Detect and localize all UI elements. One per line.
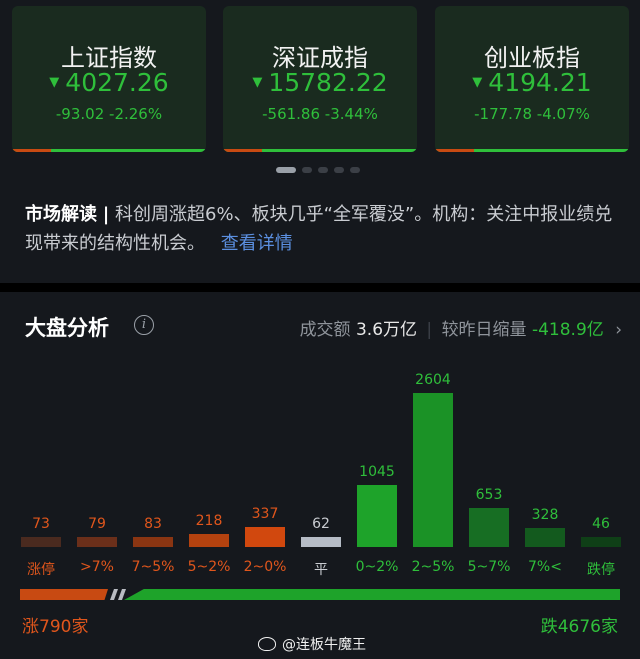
chart-bar	[21, 537, 61, 547]
chart-value-label: 1045	[359, 464, 395, 480]
indices-panel: 上证指数 ▼ 4027.26 -93.02 -2.26% 深证成指 ▼ 15782.…	[0, 0, 640, 283]
chart-bar	[357, 485, 397, 547]
chart-category-label: 7%<	[528, 559, 562, 575]
index-price-value: 15782.22	[268, 68, 388, 97]
chart-value-label: 83	[144, 516, 162, 532]
carousel-dot[interactable]	[276, 167, 296, 173]
index-change-pct: -2.26%	[109, 105, 163, 123]
ratio-flat-stripe	[110, 589, 118, 600]
chart-category-label: 跌停	[587, 562, 615, 578]
index-change: -177.78 -4.07%	[435, 105, 629, 123]
index-bar	[12, 149, 206, 152]
chart-value-label: 653	[475, 487, 503, 503]
chart-category-label: 涨停	[27, 562, 55, 578]
market-note-separator: |	[102, 204, 110, 225]
index-price: ▼ 4194.21	[435, 68, 629, 97]
index-price: ▼ 15782.22	[223, 68, 417, 97]
carousel-dot[interactable]	[334, 167, 344, 173]
down-triangle-icon: ▼	[472, 75, 483, 90]
chart-category-label: 7~5%	[131, 559, 175, 575]
chart-category-label: 0~2%	[355, 559, 399, 575]
chart-category-label: 5~2%	[187, 559, 231, 575]
chart-value-label: 328	[531, 507, 559, 523]
index-card-chinext[interactable]: 创业板指 ▼ 4194.21 -177.78 -4.07%	[435, 6, 629, 152]
watermark-text: @连板牛魔王	[282, 637, 366, 653]
chart-bar	[581, 537, 621, 547]
index-bar-red	[12, 149, 51, 152]
index-bar-red	[223, 149, 262, 152]
up-down-ratio-bar	[20, 589, 620, 600]
chart-category-label: 2~0%	[243, 559, 287, 575]
market-note-head: 市场解读	[25, 204, 97, 225]
chart-bar	[245, 527, 285, 547]
distribution-chart: 73 涨停 79 >7% 83 7~5% 218 5~2% 337 2~0% 62 平 1045 0~2%…	[0, 292, 640, 659]
carousel-dot[interactable]	[302, 167, 312, 173]
chart-category-label: >7%	[80, 559, 114, 575]
index-change-pct: -3.44%	[324, 105, 378, 123]
chart-category-label: 5~7%	[467, 559, 511, 575]
index-bar-red	[435, 149, 474, 152]
chart-value-label: 2604	[415, 372, 451, 388]
chart-bar	[77, 537, 117, 547]
carousel-dot[interactable]	[350, 167, 360, 173]
market-note-text: 科创周涨超6%、板块几乎“全军覆没”。机构：关注中报业绩兑现带来的结构性机会。	[25, 204, 613, 254]
down-triangle-icon: ▼	[49, 75, 60, 90]
chart-value-label: 337	[251, 506, 279, 522]
chart-bar	[525, 528, 565, 547]
index-change-value: -93.02	[55, 105, 105, 123]
chart-value-label: 79	[88, 516, 106, 532]
index-card-shenzhen[interactable]: 深证成指 ▼ 15782.22 -561.86 -3.44%	[223, 6, 417, 152]
index-price-value: 4027.26	[65, 68, 169, 97]
chart-bar	[469, 508, 509, 547]
index-price: ▼ 4027.26	[12, 68, 206, 97]
chart-category-label: 平	[314, 562, 328, 578]
up-count: 涨790家	[22, 617, 89, 637]
weibo-icon	[258, 637, 276, 651]
chart-category-label: 2~5%	[411, 559, 455, 575]
index-change-value: -561.86	[262, 105, 321, 123]
index-bar	[223, 149, 417, 152]
chart-bar	[133, 537, 173, 547]
down-triangle-icon: ▼	[252, 75, 263, 90]
watermark: @连板牛魔王	[258, 634, 366, 654]
market-note: 市场解读 | 科创周涨超6%、板块几乎“全军覆没”。机构：关注中报业绩兑现带来的…	[25, 200, 620, 258]
chart-value-label: 46	[592, 516, 610, 532]
ratio-up-segment	[20, 589, 108, 600]
chart-value-label: 62	[312, 516, 330, 532]
chart-bar	[301, 537, 341, 547]
index-change: -93.02 -2.26%	[12, 105, 206, 123]
down-count: 跌4676家	[540, 617, 618, 637]
ratio-down-segment	[124, 589, 620, 600]
market-analysis-panel: 大盘分析 i 成交额 3.6万亿 | 较昨日缩量 -418.9亿 › 73 涨停 7…	[0, 292, 640, 659]
index-card-shanghai[interactable]: 上证指数 ▼ 4027.26 -93.02 -2.26%	[12, 6, 206, 152]
chart-value-label: 73	[32, 516, 50, 532]
view-details-link[interactable]: 查看详情	[221, 233, 293, 254]
index-change: -561.86 -3.44%	[223, 105, 417, 123]
index-price-value: 4194.21	[488, 68, 592, 97]
chart-bar	[413, 393, 453, 547]
index-change-value: -177.78	[474, 105, 533, 123]
carousel-dot[interactable]	[318, 167, 328, 173]
chart-value-label: 218	[195, 513, 223, 529]
chart-bar	[189, 534, 229, 547]
index-change-pct: -4.07%	[536, 105, 590, 123]
ratio-flat-stripe	[118, 589, 126, 600]
index-bar	[435, 149, 629, 152]
carousel-indicator[interactable]	[276, 167, 360, 173]
